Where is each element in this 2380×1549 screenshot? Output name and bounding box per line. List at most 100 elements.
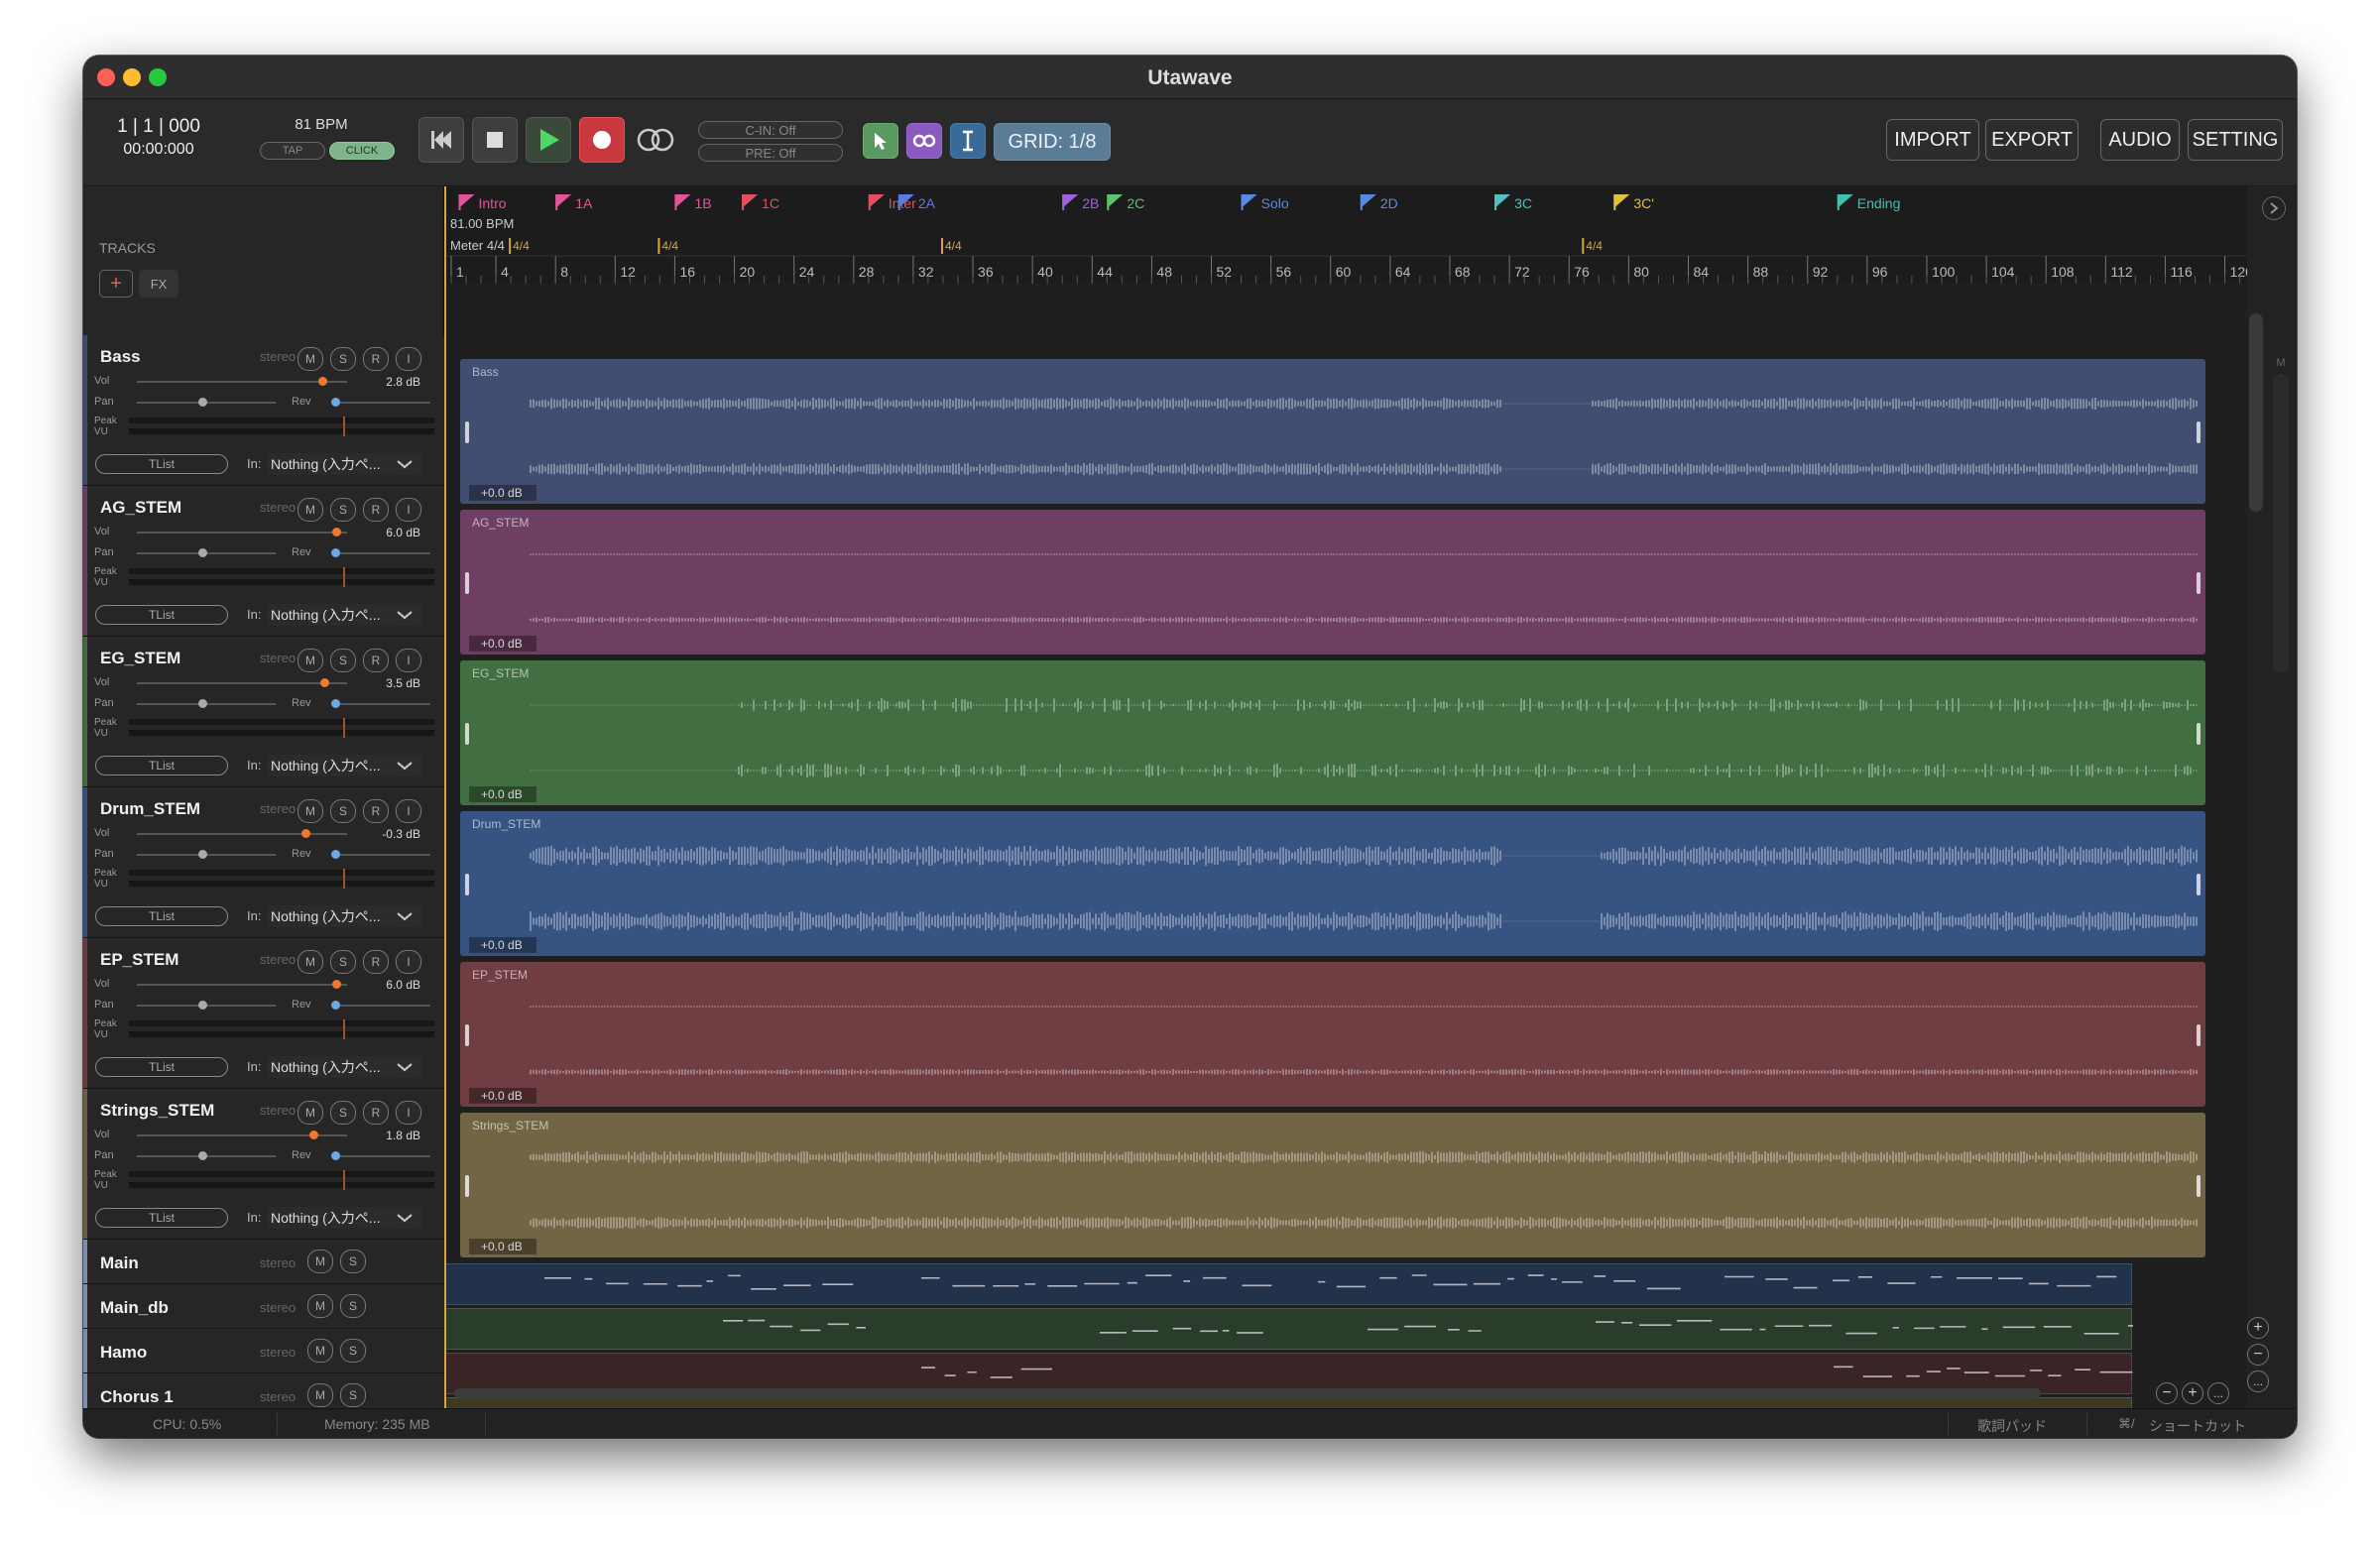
region-left-handle[interactable] <box>465 1175 469 1197</box>
input-select[interactable]: Nothing (入力ペ... <box>267 1056 422 1078</box>
zoom-horizontal-more-button[interactable]: ... <box>2207 1382 2229 1404</box>
reverb-knob[interactable] <box>331 548 340 557</box>
pan-knob[interactable] <box>198 1001 207 1010</box>
tlist-button[interactable]: TList <box>95 1208 228 1228</box>
input-select[interactable]: Nothing (入力ペ... <box>267 453 422 475</box>
lyric-note-region[interactable] <box>444 1263 2132 1305</box>
solo-button[interactable]: S <box>330 498 356 522</box>
track-name[interactable]: EG_STEM <box>100 649 180 668</box>
region-gain[interactable]: +0.0 dB <box>469 1088 536 1104</box>
solo-button[interactable]: S <box>340 1250 366 1273</box>
fx-button[interactable]: FX <box>139 270 178 298</box>
track-name[interactable]: Hamo <box>100 1343 147 1363</box>
pointer-tool-button[interactable] <box>863 123 898 159</box>
mute-button[interactable]: M <box>298 498 323 522</box>
tlist-button[interactable]: TList <box>95 1057 228 1077</box>
loop-button[interactable] <box>633 117 678 163</box>
region-gain[interactable]: +0.0 dB <box>469 1239 536 1254</box>
region-gain[interactable]: +0.0 dB <box>469 485 536 501</box>
play-button[interactable] <box>526 117 571 163</box>
zoom-vertical-more-button[interactable]: ... <box>2247 1370 2269 1392</box>
mute-button[interactable]: M <box>307 1383 333 1407</box>
solo-button[interactable]: S <box>330 347 356 371</box>
expand-master-button[interactable] <box>2262 196 2286 220</box>
zoom-out-vertical-button[interactable]: − <box>2247 1344 2269 1366</box>
lyric-track-header[interactable]: Main stereo M S <box>83 1240 444 1284</box>
solo-button[interactable]: S <box>330 1101 356 1125</box>
track-header[interactable]: Bass stereo M S R I Vol 2.8 dB Pan Rev Peak VU TList… <box>83 335 444 486</box>
zoom-out-horizontal-button[interactable]: − <box>2156 1382 2178 1404</box>
zoom-in-vertical-button[interactable]: + <box>2247 1317 2269 1339</box>
mute-button[interactable]: M <box>307 1294 333 1318</box>
track-name[interactable]: Bass <box>100 347 141 367</box>
volume-knob[interactable] <box>332 528 342 536</box>
volume-slider[interactable] <box>137 984 347 986</box>
mute-button[interactable]: M <box>298 1101 323 1125</box>
track-name[interactable]: Drum_STEM <box>100 799 200 819</box>
reverb-slider[interactable] <box>331 402 430 404</box>
lyric-note-region[interactable] <box>444 1397 2132 1408</box>
audio-button[interactable]: AUDIO <box>2100 119 2180 161</box>
record-arm-button[interactable]: R <box>363 1101 389 1125</box>
export-button[interactable]: EXPORT <box>1985 119 2079 161</box>
track-name[interactable]: AG_STEM <box>100 498 181 518</box>
reverb-slider[interactable] <box>331 1005 430 1007</box>
region-gain[interactable]: +0.0 dB <box>469 786 536 802</box>
pan-knob[interactable] <box>198 850 207 859</box>
reverb-knob[interactable] <box>331 398 340 407</box>
solo-button[interactable]: S <box>340 1294 366 1318</box>
reverb-knob[interactable] <box>331 699 340 708</box>
solo-button[interactable]: S <box>330 950 356 974</box>
infinity-tool-button[interactable] <box>906 123 942 159</box>
volume-slider[interactable] <box>137 833 347 835</box>
track-header[interactable]: AG_STEM stereo M S R I Vol 6.0 dB Pan Rev Peak VU TL… <box>83 486 444 637</box>
rewind-button[interactable] <box>418 117 464 163</box>
region-gain[interactable]: +0.0 dB <box>469 937 536 953</box>
reverb-slider[interactable] <box>331 854 430 856</box>
audio-region[interactable]: AG_STEM +0.0 dB <box>460 510 2205 655</box>
solo-button[interactable]: S <box>330 799 356 823</box>
mute-button[interactable]: M <box>307 1250 333 1273</box>
track-name[interactable]: Chorus 1 <box>100 1387 174 1407</box>
record-arm-button[interactable]: R <box>363 950 389 974</box>
audio-region[interactable]: EP_STEM +0.0 dB <box>460 962 2205 1107</box>
track-name[interactable]: EP_STEM <box>100 950 178 970</box>
timeline-ruler[interactable]: Intro1A1B1CInter2A2B2CSolo2D3C3C'Ending8… <box>444 186 2247 284</box>
solo-button[interactable]: S <box>340 1339 366 1363</box>
reverb-knob[interactable] <box>331 1001 340 1010</box>
input-monitor-button[interactable]: I <box>396 347 421 371</box>
lyric-note-region[interactable] <box>444 1308 2133 1350</box>
region-left-handle[interactable] <box>465 723 469 745</box>
tlist-button[interactable]: TList <box>95 756 228 775</box>
volume-knob[interactable] <box>319 678 329 687</box>
track-header[interactable]: EG_STEM stereo M S R I Vol 3.5 dB Pan Rev Peak VU TL… <box>83 637 444 787</box>
region-right-handle[interactable] <box>2197 1024 2201 1046</box>
record-arm-button[interactable]: R <box>363 498 389 522</box>
volume-slider[interactable] <box>137 532 347 534</box>
region-right-handle[interactable] <box>2197 572 2201 594</box>
shortcut-button[interactable]: ショートカット <box>2149 1416 2246 1436</box>
import-button[interactable]: IMPORT <box>1886 119 1979 161</box>
region-left-handle[interactable] <box>465 572 469 594</box>
input-select[interactable]: Nothing (入力ペ... <box>267 905 422 927</box>
zoom-in-horizontal-button[interactable]: + <box>2182 1382 2203 1404</box>
region-right-handle[interactable] <box>2197 421 2201 443</box>
audio-region[interactable]: Drum_STEM +0.0 dB <box>460 811 2205 956</box>
input-monitor-button[interactable]: I <box>396 498 421 522</box>
count-in-toggle[interactable]: C-IN: Off <box>698 121 843 139</box>
region-right-handle[interactable] <box>2197 723 2201 745</box>
reverb-slider[interactable] <box>331 552 430 554</box>
input-monitor-button[interactable]: I <box>396 1101 421 1125</box>
audio-region[interactable]: Strings_STEM +0.0 dB <box>460 1113 2205 1257</box>
horizontal-scrollbar[interactable] <box>454 1388 2041 1398</box>
lyric-track-header[interactable]: Hamo stereo M S <box>83 1329 444 1373</box>
volume-slider[interactable] <box>137 381 347 383</box>
reverb-slider[interactable] <box>331 1155 430 1157</box>
input-monitor-button[interactable]: I <box>396 799 421 823</box>
grid-selector[interactable]: GRID: 1/8 <box>994 123 1111 161</box>
tap-button[interactable]: TAP <box>260 142 325 160</box>
input-select[interactable]: Nothing (入力ペ... <box>267 755 422 776</box>
track-name[interactable]: Main <box>100 1253 139 1273</box>
track-header[interactable]: EP_STEM stereo M S R I Vol 6.0 dB Pan Rev Peak VU TL… <box>83 938 444 1089</box>
audio-region[interactable]: Bass +0.0 dB <box>460 359 2205 504</box>
